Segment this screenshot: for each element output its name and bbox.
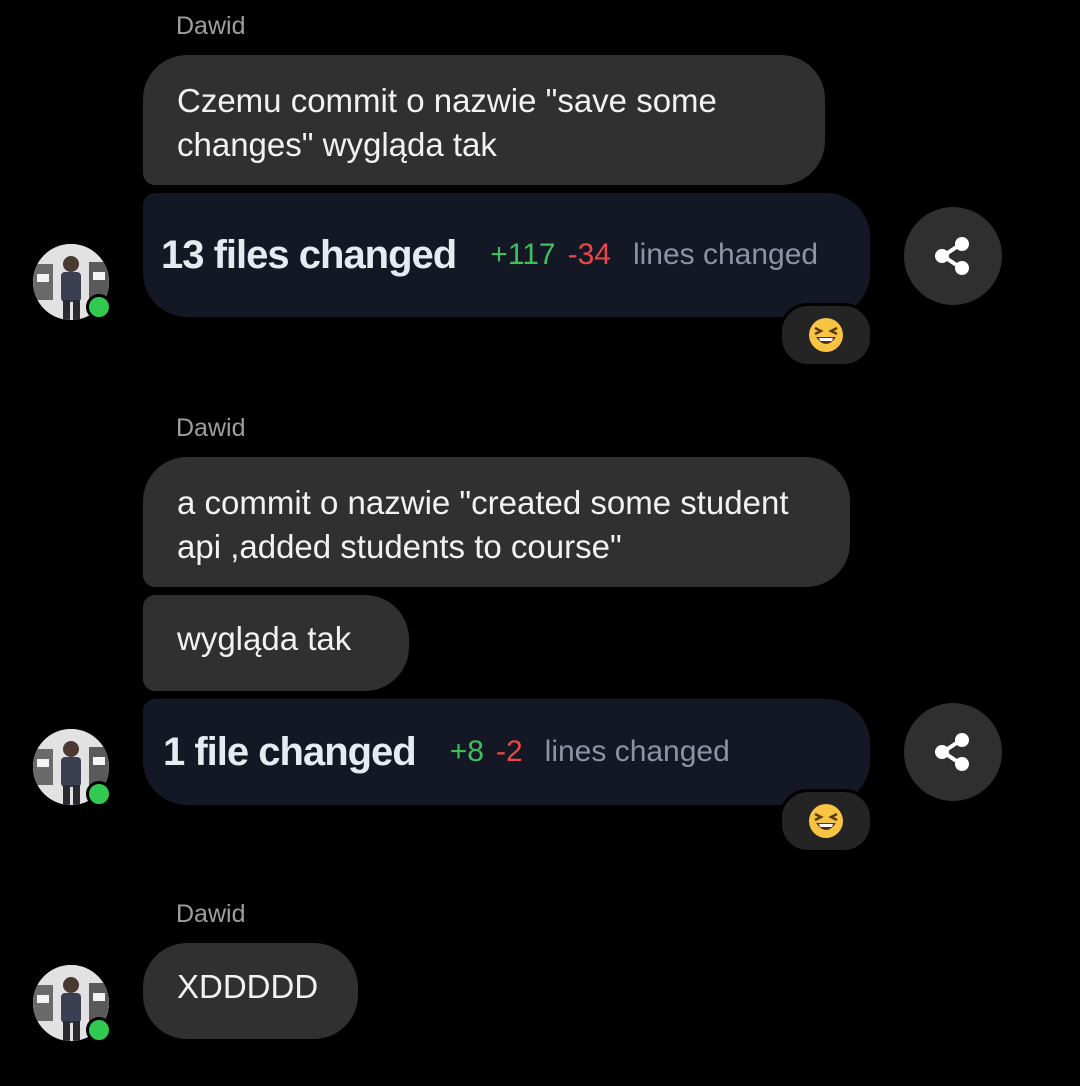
online-status-icon: [86, 1017, 112, 1043]
message-text: a commit o nazwie "created some student …: [177, 484, 789, 565]
laughing-emoji-icon: [809, 318, 843, 352]
online-status-icon: [86, 294, 112, 320]
commit-card[interactable]: 1 file changed +8 -2 lines changed: [143, 699, 870, 805]
lines-added: +117: [490, 238, 556, 271]
message-bubble[interactable]: XDDDDD: [143, 943, 358, 1039]
share-button[interactable]: [904, 207, 1002, 305]
lines-deleted: -2: [495, 735, 523, 768]
message-bubble[interactable]: a commit o nazwie "created some student …: [143, 457, 850, 587]
lines-changed-label: lines changed: [544, 735, 730, 768]
message-text: Czemu commit o nazwie "save some changes…: [177, 82, 717, 163]
sender-name: Dawid: [176, 900, 246, 928]
share-icon: [935, 733, 969, 771]
reaction-badge[interactable]: [779, 789, 873, 853]
share-button[interactable]: [904, 703, 1002, 801]
files-changed: 13 files changed: [161, 232, 457, 277]
message-text: XDDDDD: [177, 968, 319, 1005]
reaction-badge[interactable]: [779, 303, 873, 367]
online-status-icon: [86, 781, 112, 807]
share-icon: [935, 237, 969, 275]
commit-card[interactable]: 13 files changed +117 -34 lines changed: [143, 193, 870, 317]
message-bubble[interactable]: wygląda tak: [143, 595, 409, 691]
lines-changed-label: lines changed: [632, 238, 819, 271]
sender-name: Dawid: [176, 414, 246, 442]
laughing-emoji-icon: [809, 804, 843, 838]
files-changed: 1 file changed: [163, 729, 417, 774]
chat-thread: Dawid Czemu commit o nazwie "save some c…: [0, 0, 1080, 1086]
sender-name: Dawid: [176, 12, 246, 40]
lines-deleted: -34: [567, 238, 611, 271]
message-text: wygląda tak: [177, 620, 352, 657]
lines-added: +8: [449, 735, 484, 768]
message-bubble[interactable]: Czemu commit o nazwie "save some changes…: [143, 55, 825, 185]
